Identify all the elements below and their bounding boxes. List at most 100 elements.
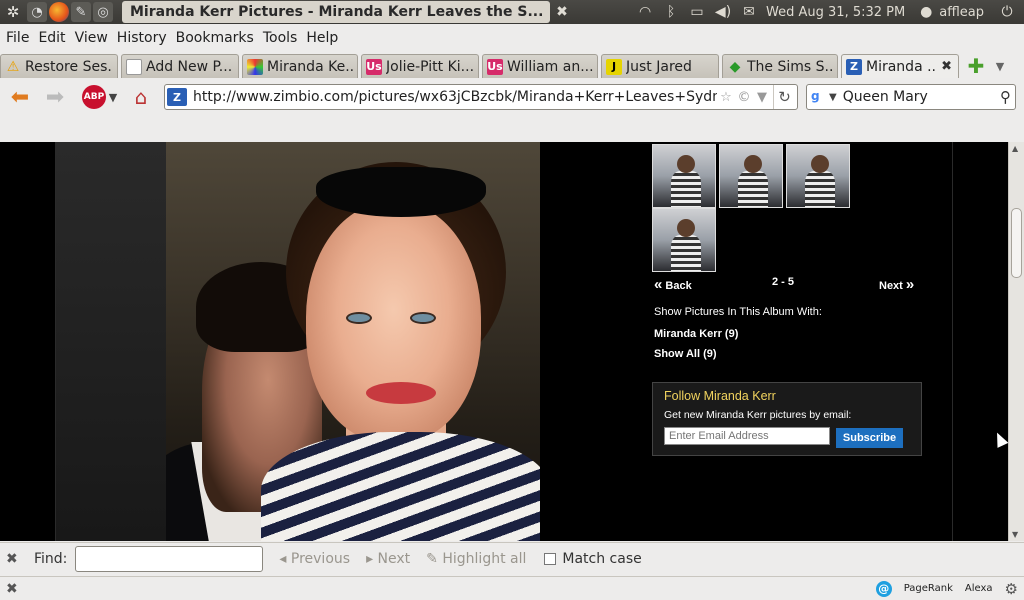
web-browser-launcher-icon[interactable]: ◎ [93,2,113,22]
system-panel: ✲ ◔ ✎ ◎ Miranda Kerr Pictures - Miranda … [0,0,1024,24]
double-right-arrow-icon: » [905,276,915,293]
scroll-down-arrow-icon[interactable]: ▼ [1012,530,1018,539]
pager-back-label: Back [665,280,692,292]
firefox-launcher-icon[interactable] [49,2,69,22]
thumbnail[interactable] [652,208,716,272]
tab-close-icon[interactable]: ✖ [939,59,954,74]
gear-icon[interactable]: ⚙ [1005,580,1018,598]
tab-jolie-pitt[interactable]: Us Jolie-Pitt Ki... [361,54,479,78]
find-input[interactable] [75,545,264,572]
find-close-icon[interactable]: ✖ [6,551,22,567]
google-icon[interactable]: g [811,89,827,105]
scroll-up-arrow-icon[interactable]: ▲ [1012,144,1018,153]
window-close-button[interactable]: ✖ [552,2,572,22]
left-dark-panel [56,142,166,541]
clock[interactable]: Wed Aug 31, 5:32 PM [766,5,905,20]
tab-the-sims[interactable]: ◆ The Sims S... [722,54,838,78]
scroll-thumb[interactable] [1011,208,1022,278]
battery-icon[interactable]: ▭ [684,4,710,20]
tab-add-new-post[interactable]: Add New P... [121,54,239,78]
search-input[interactable]: Queen Mary [843,89,1000,105]
volume-icon[interactable]: ◀) [710,4,736,20]
adblock-dropdown-icon[interactable]: ▼ [106,82,120,112]
search-engine-dropdown-icon[interactable]: ▼ [829,92,837,103]
tab-miranda-kerr-1[interactable]: Miranda Ke... [242,54,358,78]
search-icon[interactable]: ⚲ [1000,88,1011,106]
follow-title: Follow Miranda Kerr [664,389,776,403]
mail-icon[interactable]: ✉ [736,4,762,20]
thumbnail[interactable] [719,144,783,208]
thumbnail[interactable] [652,144,716,208]
menu-view[interactable]: View [73,30,115,46]
menu-history[interactable]: History [115,30,174,46]
text-editor-launcher-icon[interactable]: ✎ [71,2,91,22]
warning-icon: ⚠ [6,58,20,75]
tab-label: The Sims S... [747,58,833,75]
photo-woman-face [306,202,481,442]
tab-label: Miranda ... [866,58,936,75]
tab-restore-session[interactable]: ⚠ Restore Ses... [0,54,118,78]
status-close-icon[interactable]: ✖ [6,581,22,597]
ubuntu-menu-icon[interactable]: ✲ [0,0,26,24]
status-addons: @ PageRank Alexa ⚙ [875,580,1024,598]
checkbox-box[interactable] [544,552,557,565]
tab-just-jared[interactable]: J Just Jared [601,54,719,78]
photo-eye [410,312,436,324]
reload-icon[interactable]: ↻ [773,85,795,109]
at-sign-icon[interactable]: @ [875,580,892,597]
new-tab-button[interactable]: ✚ [962,54,990,78]
window-title: Miranda Kerr Pictures - Miranda Kerr Lea… [122,1,550,23]
grid-icon [247,58,263,75]
main-photo[interactable] [166,142,540,541]
url-bar[interactable]: Z http://www.zimbio.com/pictures/wx63jCB… [164,84,798,110]
url-dropdown-icon[interactable]: ▼ [753,90,771,105]
stumble-icon[interactable]: © [735,90,753,105]
nautilus-launcher-icon[interactable]: ◔ [27,2,47,22]
page-icon [126,58,142,75]
pagerank-label[interactable]: PageRank [904,583,953,594]
menu-file[interactable]: File [4,30,36,46]
menu-bookmarks[interactable]: Bookmarks [174,30,261,46]
forward-button[interactable]: ➡ [38,82,72,112]
bluetooth-icon[interactable]: ᛒ [658,4,684,20]
vertical-scrollbar[interactable]: ▲ ▼ [1008,142,1024,541]
menu-edit[interactable]: Edit [36,30,72,46]
follow-box: Follow Miranda Kerr Get new Miranda Kerr… [652,382,922,456]
filter-link-miranda-kerr[interactable]: Miranda Kerr (9) [654,328,738,340]
zimbio-site-icon: Z [167,88,187,106]
status-bar: ✖ @ PageRank Alexa ⚙ [0,576,1024,600]
tab-list-icon[interactable]: ▼ [990,54,1010,78]
search-bar[interactable]: g ▼ Queen Mary ⚲ [806,84,1016,110]
power-icon[interactable]: ⏻ [994,4,1020,20]
thumbnail[interactable] [786,144,850,208]
alexa-label[interactable]: Alexa [965,583,993,594]
system-tray: ◠ ᛒ ▭ ◀) ✉ Wed Aug 31, 5:32 PM ● affleap… [632,4,1024,20]
album-filter-heading: Show Pictures In This Album With: [654,306,822,318]
url-text[interactable]: http://www.zimbio.com/pictures/wx63jCBzc… [193,89,717,105]
back-button[interactable]: ⬅ [2,82,38,112]
tab-label: Restore Ses... [25,58,113,75]
tab-miranda-active[interactable]: Z Miranda ... ✖ [841,54,959,78]
wifi-icon[interactable]: ◠ [632,4,658,20]
pager-back-link[interactable]: « Back [654,276,692,293]
email-field[interactable] [664,427,830,445]
tab-label: William an... [507,58,593,75]
highlight-all-button[interactable]: ✎ Highlight all [426,551,526,567]
pager-next-link[interactable]: Next » [879,276,914,293]
menu-help[interactable]: Help [304,30,345,46]
menu-tools[interactable]: Tools [261,30,305,46]
find-next-button[interactable]: ▸ Next [366,551,410,567]
tab-william[interactable]: Us William an... [482,54,598,78]
follow-description: Get new Miranda Kerr pictures by email: [664,409,852,421]
find-previous-button[interactable]: ◂ Previous [279,551,350,567]
home-button[interactable]: ⌂ [126,82,156,112]
user-name[interactable]: affleap [939,5,984,20]
match-case-checkbox[interactable]: Match case [544,551,642,567]
tab-label: Just Jared [626,58,692,75]
adblock-plus-icon[interactable]: ABP [82,85,106,109]
menu-bar: File Edit View History Bookmarks Tools H… [0,26,1024,50]
filter-link-show-all[interactable]: Show All (9) [654,348,717,360]
bookmark-star-icon[interactable]: ☆ [717,90,735,105]
plumbob-icon: ◆ [729,58,741,75]
subscribe-button[interactable]: Subscribe [836,428,903,448]
